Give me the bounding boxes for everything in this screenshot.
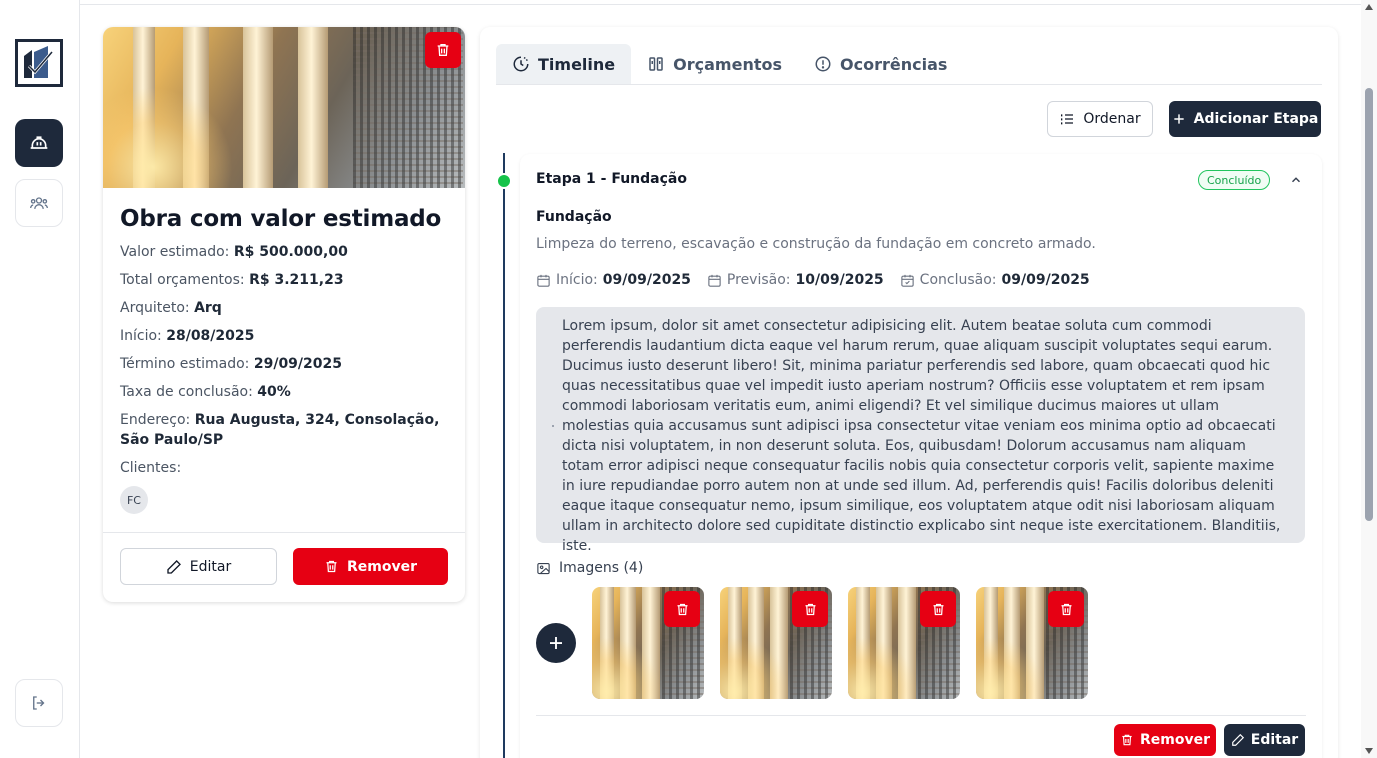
tab-timeline[interactable]: Timeline [496, 44, 632, 84]
trash-icon [933, 603, 943, 615]
date-conclusao: Conclusão: 09/09/2025 [900, 272, 1090, 288]
tab-bar: Timeline Orçamentos Ocorrências [496, 44, 1322, 85]
trash-icon [805, 603, 815, 615]
delete-image-button[interactable] [1048, 591, 1084, 627]
info-inicio: Início: 28/08/2025 [120, 328, 255, 344]
stage-dates: Início: 09/09/2025 Previsão: 10/09/2025 Co… [536, 272, 1090, 288]
pencil-icon [167, 559, 181, 574]
calendar-icon [708, 274, 721, 287]
sidebar [0, 0, 80, 758]
date-previsao: Previsão: 10/09/2025 [707, 272, 884, 288]
edit-stage-button[interactable]: Editar [1224, 724, 1305, 756]
stage-description: Limpeza do terreno, escavação e construç… [536, 236, 1096, 252]
tab-orcamentos[interactable]: Orçamentos [631, 44, 798, 84]
info-taxa-conclusao: Taxa de conclusão: 40% [120, 384, 291, 400]
collapse-button[interactable] [1288, 172, 1304, 188]
info-total-orcamentos: Total orçamentos: R$ 3.211,23 [120, 272, 344, 288]
add-image-button[interactable] [536, 623, 576, 663]
image-icon [537, 562, 550, 574]
stage-card: Etapa 1 - Fundação Concluído Fundação Li… [520, 154, 1322, 758]
stage-subtitle: Fundação [536, 209, 612, 225]
image-gallery [592, 587, 1088, 699]
delete-image-button[interactable] [792, 591, 828, 627]
chevron-up-icon [1291, 177, 1301, 183]
stage-notes: Lorem ipsum, dolor sit amet consectetur … [536, 307, 1305, 554]
hard-hat-icon [30, 136, 48, 149]
trash-icon [677, 603, 687, 615]
sidebar-item-clientes[interactable] [15, 179, 63, 227]
info-termino: Término estimado: 29/09/2025 [120, 356, 342, 372]
timeline-panel: Timeline Orçamentos Ocorrências Ordenar … [480, 27, 1338, 758]
scroll-down-arrow[interactable] [1365, 748, 1373, 754]
stage-image[interactable] [976, 587, 1088, 699]
timeline-line [503, 153, 505, 758]
scrollbar-thumb[interactable] [1365, 88, 1373, 521]
sort-button[interactable]: Ordenar [1047, 101, 1153, 137]
calendar-icon [537, 274, 550, 287]
company-logo[interactable] [15, 39, 63, 87]
edit-project-button[interactable]: Editar [120, 548, 277, 585]
clients-label: Clientes: [120, 460, 182, 476]
date-inicio: Início: 09/09/2025 [536, 272, 691, 288]
alert-circle-icon [815, 56, 831, 72]
trash-icon [326, 560, 337, 573]
tab-ocorrencias[interactable]: Ocorrências [798, 44, 963, 84]
status-badge: Concluído [1198, 170, 1271, 190]
remove-project-button[interactable]: Remover [293, 548, 448, 585]
logout-icon [33, 696, 45, 710]
delete-image-button[interactable] [920, 591, 956, 627]
add-stage-button[interactable]: Adicionar Etapa [1169, 101, 1321, 137]
info-arquiteto: Arquiteto: Arq [120, 300, 222, 316]
stage-title[interactable]: Etapa 1 - Fundação [536, 171, 687, 187]
list-icon [1061, 114, 1074, 125]
project-image [103, 27, 465, 188]
trash-icon [437, 44, 449, 56]
scrollbar[interactable] [1361, 0, 1377, 758]
users-icon [30, 197, 48, 209]
plus-icon [1173, 114, 1184, 124]
info-valor-estimado: Valor estimado: R$ 500.000,00 [120, 244, 348, 260]
notes-bullet [552, 425, 554, 427]
remove-stage-button[interactable]: Remover [1114, 724, 1216, 756]
card-divider [103, 532, 465, 533]
trash-icon [1061, 603, 1071, 615]
scroll-up-arrow[interactable] [1365, 4, 1373, 10]
stage-image[interactable] [592, 587, 704, 699]
timeline-dot [496, 173, 512, 189]
delete-image-button[interactable] [664, 591, 700, 627]
budget-icon [649, 57, 663, 71]
stage-image[interactable] [720, 587, 832, 699]
sidebar-item-obras[interactable] [15, 119, 63, 167]
client-avatar[interactable]: FC [120, 486, 148, 514]
header-divider [80, 4, 1361, 5]
stage-image[interactable] [848, 587, 960, 699]
images-header: Imagens (4) [536, 560, 643, 576]
project-card: Obra com valor estimado Valor estimado: … [103, 27, 465, 602]
logout-button[interactable] [15, 679, 63, 727]
stage-divider [536, 715, 1306, 716]
info-endereco: Endereço: Rua Augusta, 324, Consolação, … [120, 412, 440, 448]
clock-icon [513, 56, 529, 72]
pencil-icon [1231, 733, 1244, 746]
project-title: Obra com valor estimado [120, 206, 442, 232]
trash-icon [1122, 734, 1132, 746]
delete-image-button[interactable] [425, 32, 461, 68]
plus-icon [550, 637, 562, 649]
calendar-check-icon [900, 274, 914, 287]
